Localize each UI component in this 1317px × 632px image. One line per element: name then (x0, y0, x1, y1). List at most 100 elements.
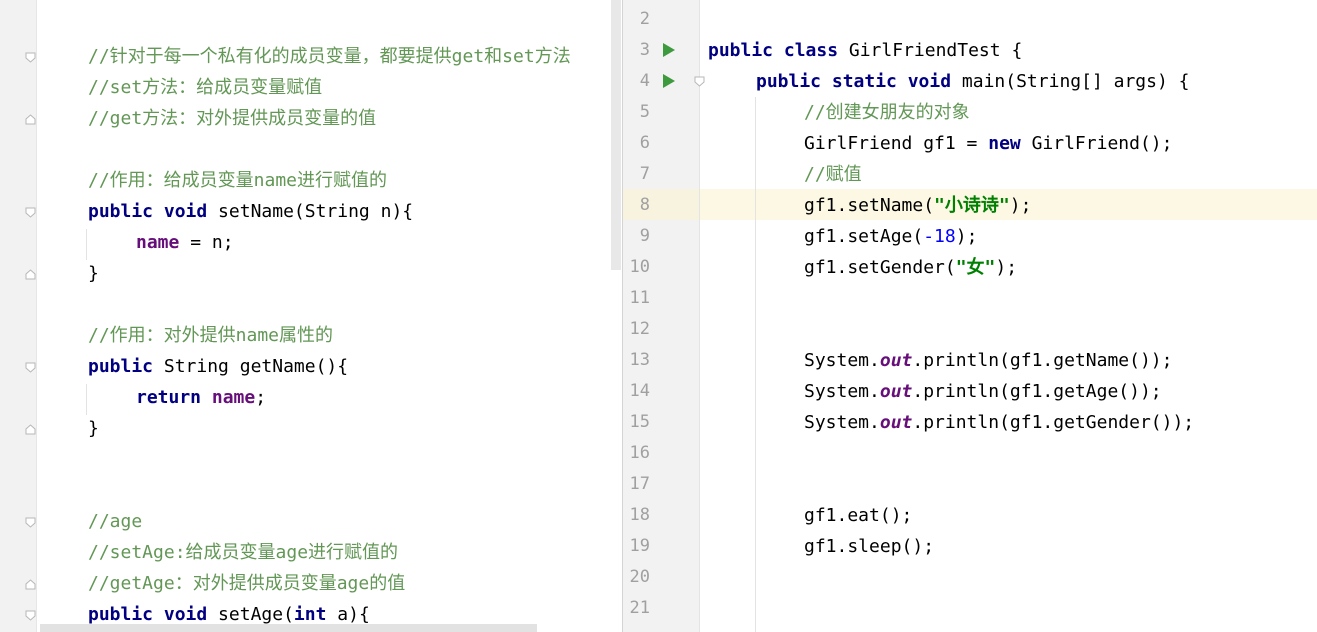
line-number: 18 (629, 505, 650, 525)
fold-marker-icon[interactable] (25, 579, 36, 590)
code-line: //age (88, 511, 143, 532)
fold-marker-icon[interactable] (25, 517, 36, 528)
code-line: gf1.setGender("女"); (804, 252, 1017, 283)
keyword: int (293, 604, 327, 625)
code-text: System. (804, 381, 880, 402)
line-number: 12 (629, 319, 650, 339)
code-text: String getName(){ (153, 356, 349, 377)
line-number: 7 (639, 164, 650, 184)
code-text: .println(gf1.getAge()); (912, 381, 1162, 402)
left-editor-gutter[interactable] (0, 0, 37, 632)
keyword: public (88, 356, 154, 377)
code-line: public class GirlFriendTest { (708, 35, 1022, 66)
code-text: System. (804, 350, 880, 371)
line-number: 15 (629, 412, 650, 432)
code-text: GirlFriend(); (1020, 133, 1173, 154)
right-editor-pane[interactable]: 2 3 4 5 6 7 8 9 10 11 12 13 14 15 16 17 … (623, 0, 1317, 632)
line-number: 16 (629, 443, 650, 463)
fold-marker-icon[interactable] (25, 362, 36, 373)
field-name: name (136, 232, 180, 253)
code-text: System. (804, 412, 880, 433)
code-line: System.out.println(gf1.getGender()); (804, 407, 1194, 438)
code-text: gf1.setGender( (804, 257, 956, 278)
line-number: 13 (629, 350, 650, 370)
line-number: 2 (639, 9, 650, 29)
code-line: return name; (136, 382, 266, 413)
code-line: //赋值 (804, 164, 862, 185)
left-editor-pane[interactable]: //针对于每一个私有化的成员变量，都要提供get和set方法 //set方法：给… (0, 0, 622, 632)
line-number: 6 (639, 133, 650, 153)
code-text: ); (995, 257, 1018, 278)
code-text: GirlFriendTest { (838, 40, 1023, 61)
fold-marker-icon[interactable] (25, 114, 36, 125)
code-line: } (88, 263, 99, 284)
line-number: 4 (639, 71, 650, 91)
line-number: 9 (639, 226, 650, 246)
line-number: 3 (639, 40, 650, 60)
line-number: 11 (629, 288, 650, 308)
line-number: 14 (629, 381, 650, 401)
code-text: .println(gf1.getName()); (912, 350, 1173, 371)
fold-marker-icon[interactable] (25, 424, 36, 435)
string-literal: "女" (955, 257, 996, 278)
indent-guide (86, 229, 87, 260)
line-number: 20 (629, 567, 650, 587)
line-number: 8 (639, 195, 650, 215)
field-name: name (211, 387, 256, 408)
left-horizontal-scrollbar[interactable] (40, 624, 537, 632)
code-line: //作用：对外提供name属性的 (88, 325, 334, 346)
code-line: //作用：给成员变量name进行赋值的 (88, 170, 388, 191)
right-code-area[interactable]: public class GirlFriendTest { public sta… (623, 0, 1317, 557)
code-text: = n; (179, 232, 234, 253)
keyword: return (136, 387, 202, 408)
fold-marker-icon[interactable] (694, 76, 705, 87)
code-text: setName(String n){ (207, 201, 414, 222)
fold-marker-icon[interactable] (25, 207, 36, 218)
line-number: 17 (629, 474, 650, 494)
code-line: //创建女朋友的对象 (804, 102, 970, 123)
static-field: out (879, 412, 913, 433)
left-vertical-scrollbar[interactable] (611, 0, 621, 270)
code-text: gf1.setName( (804, 195, 935, 216)
code-text: GirlFriend gf1 = (804, 133, 989, 154)
fold-marker-icon[interactable] (25, 269, 36, 280)
code-line: System.out.println(gf1.getName()); (804, 345, 1172, 376)
keyword: public static void (756, 71, 952, 92)
gutter-separator (699, 0, 700, 632)
code-text: .println(gf1.getGender()); (912, 412, 1195, 433)
code-line: //setAge:给成员变量age进行赋值的 (88, 542, 399, 563)
code-line: gf1.setName("小诗诗"); (804, 190, 1031, 221)
code-text: gf1.setAge( (804, 226, 924, 247)
code-line: gf1.eat(); (804, 505, 913, 526)
left-code-area[interactable]: //针对于每一个私有化的成员变量，都要提供get和set方法 //set方法：给… (0, 0, 622, 625)
indent-guide (755, 97, 756, 632)
number-literal: -18 (923, 226, 956, 247)
code-line: //set方法：给成员变量赋值 (88, 77, 323, 98)
static-field: out (879, 381, 913, 402)
code-text: a){ (326, 604, 370, 625)
code-line: public String getName(){ (88, 351, 348, 382)
code-line: } (88, 418, 99, 439)
line-number: 19 (629, 536, 650, 556)
fold-marker-icon[interactable] (25, 52, 36, 63)
keyword: public void (88, 201, 208, 222)
code-line: gf1.setAge(-18); (804, 221, 977, 252)
code-line: System.out.println(gf1.getAge()); (804, 376, 1162, 407)
run-triangle-icon[interactable] (663, 43, 675, 57)
code-line: gf1.sleep(); (804, 536, 935, 557)
code-text: main(String[] args) { (951, 71, 1190, 92)
code-text: ); (1009, 195, 1032, 216)
line-number: 21 (629, 598, 650, 618)
keyword: new (988, 133, 1021, 154)
string-literal: "小诗诗" (934, 195, 1010, 216)
keyword: public void (88, 604, 208, 625)
code-text: ; (255, 387, 267, 408)
fold-marker-icon[interactable] (25, 610, 36, 621)
code-line: name = n; (136, 227, 234, 258)
code-line: //get方法：对外提供成员变量的值 (88, 108, 377, 129)
run-triangle-icon[interactable] (663, 74, 675, 88)
keyword: public class (708, 40, 839, 61)
code-line: public static void main(String[] args) { (756, 66, 1190, 97)
code-line: //针对于每一个私有化的成员变量，都要提供get和set方法 (88, 46, 571, 67)
code-line: //getAge：对外提供成员变量age的值 (88, 573, 406, 594)
